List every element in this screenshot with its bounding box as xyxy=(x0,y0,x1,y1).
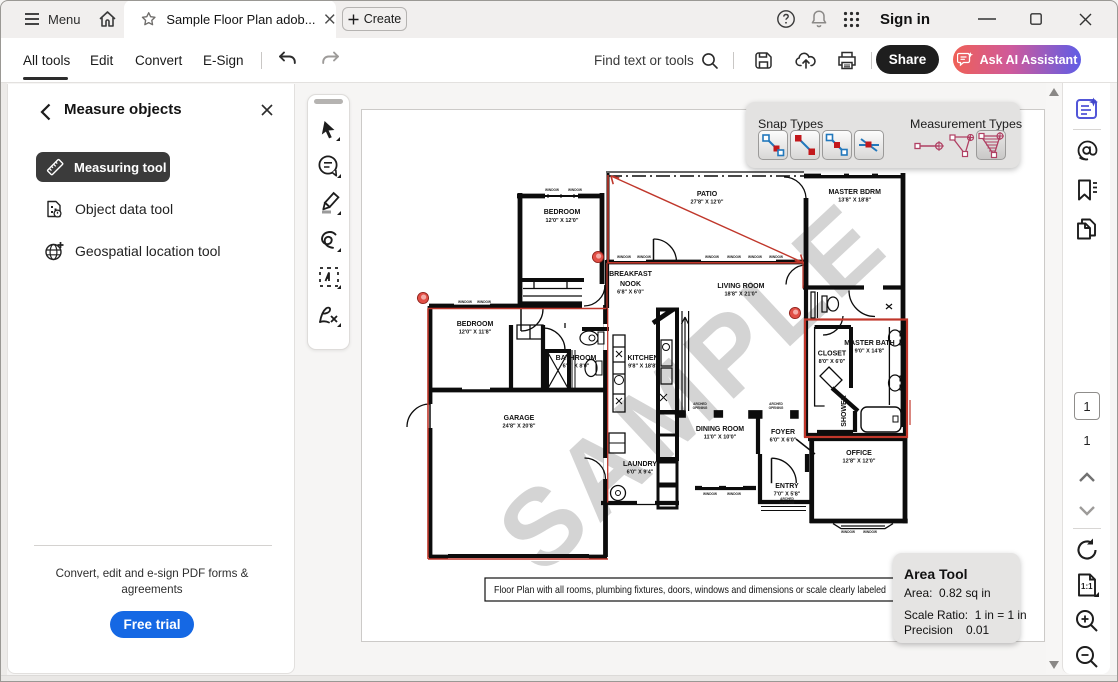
svg-text:NOOK: NOOK xyxy=(620,281,641,288)
svg-text:12'8" X 12'0": 12'8" X 12'0" xyxy=(843,459,876,465)
svg-text:GARAGE: GARAGE xyxy=(504,415,535,422)
svg-text:27'8" X 12'0": 27'8" X 12'0" xyxy=(691,200,724,206)
svg-text:DINING ROOM: DINING ROOM xyxy=(696,426,744,433)
svg-text:WINDOW: WINDOW xyxy=(841,530,855,534)
svg-text:BEDROOM: BEDROOM xyxy=(544,209,581,216)
svg-text:Floor Plan with all rooms, plu: Floor Plan with all rooms, plumbing fixt… xyxy=(494,584,886,596)
svg-text:18'8" X 21'0": 18'8" X 21'0" xyxy=(724,292,757,298)
svg-text:WINDOW: WINDOW xyxy=(545,188,559,192)
svg-text:OPENING: OPENING xyxy=(780,501,795,505)
svg-text:WINDOW: WINDOW xyxy=(568,188,582,192)
svg-text:PATIO: PATIO xyxy=(697,191,718,198)
svg-text:12'0" X 11'8": 12'0" X 11'8" xyxy=(459,330,492,336)
svg-text:6'8" X 8'0": 6'8" X 8'0" xyxy=(563,364,590,370)
svg-text:WINDOW: WINDOW xyxy=(748,255,762,259)
svg-text:WINDOW: WINDOW xyxy=(703,492,717,496)
svg-text:WINDOW: WINDOW xyxy=(458,300,472,304)
svg-text:13'8" X 18'8": 13'8" X 18'8" xyxy=(838,198,871,204)
svg-text:1:1: 1:1 xyxy=(1081,582,1093,591)
svg-text:12'0" X 12'0": 12'0" X 12'0" xyxy=(546,218,579,224)
svg-text:CLOSET: CLOSET xyxy=(818,351,847,358)
svg-text:BEDROOM: BEDROOM xyxy=(457,321,494,328)
svg-text:WINDOW: WINDOW xyxy=(705,255,719,259)
svg-text:6'0" X 6'0": 6'0" X 6'0" xyxy=(770,438,797,444)
svg-text:MASTER BATH: MASTER BATH xyxy=(844,340,894,347)
svg-text:KITCHEN: KITCHEN xyxy=(627,355,658,362)
svg-text:9'8" X 18'8": 9'8" X 18'8" xyxy=(628,364,658,370)
svg-text:WINDOW: WINDOW xyxy=(727,255,741,259)
svg-text:WINDOW: WINDOW xyxy=(769,255,783,259)
svg-text:MASTER BDRM: MASTER BDRM xyxy=(828,189,881,196)
svg-text:8'0" X 6'0": 8'0" X 6'0" xyxy=(819,359,846,365)
svg-text:24'8" X 20'8": 24'8" X 20'8" xyxy=(503,424,536,430)
svg-text:6'0" X 9'4": 6'0" X 9'4" xyxy=(627,470,654,476)
svg-text:BATHROOM: BATHROOM xyxy=(556,355,597,362)
svg-text:WINDOW: WINDOW xyxy=(863,530,877,534)
svg-text:FOYER: FOYER xyxy=(771,429,795,436)
svg-text:WINDOW: WINDOW xyxy=(727,492,741,496)
svg-text:6'8" X 6'0": 6'8" X 6'0" xyxy=(617,290,644,296)
svg-text:SHOWER: SHOWER xyxy=(841,395,848,427)
svg-text:OFFICE: OFFICE xyxy=(846,450,872,457)
svg-text:WINDOW: WINDOW xyxy=(617,255,631,259)
svg-text:LIVING ROOM: LIVING ROOM xyxy=(717,283,764,290)
svg-text:9'0" X 14'8": 9'0" X 14'8" xyxy=(855,349,885,355)
svg-text:OPENING: OPENING xyxy=(693,406,708,410)
svg-text:OPENING: OPENING xyxy=(769,406,784,410)
svg-text:LAUNDRY: LAUNDRY xyxy=(623,461,657,468)
svg-text:BREAKFAST: BREAKFAST xyxy=(609,271,653,278)
svg-text:WINDOW: WINDOW xyxy=(637,255,651,259)
svg-text:ENTRY: ENTRY xyxy=(775,483,799,490)
svg-text:11'0" X 10'0": 11'0" X 10'0" xyxy=(704,435,737,441)
svg-text:WINDOW: WINDOW xyxy=(477,300,491,304)
